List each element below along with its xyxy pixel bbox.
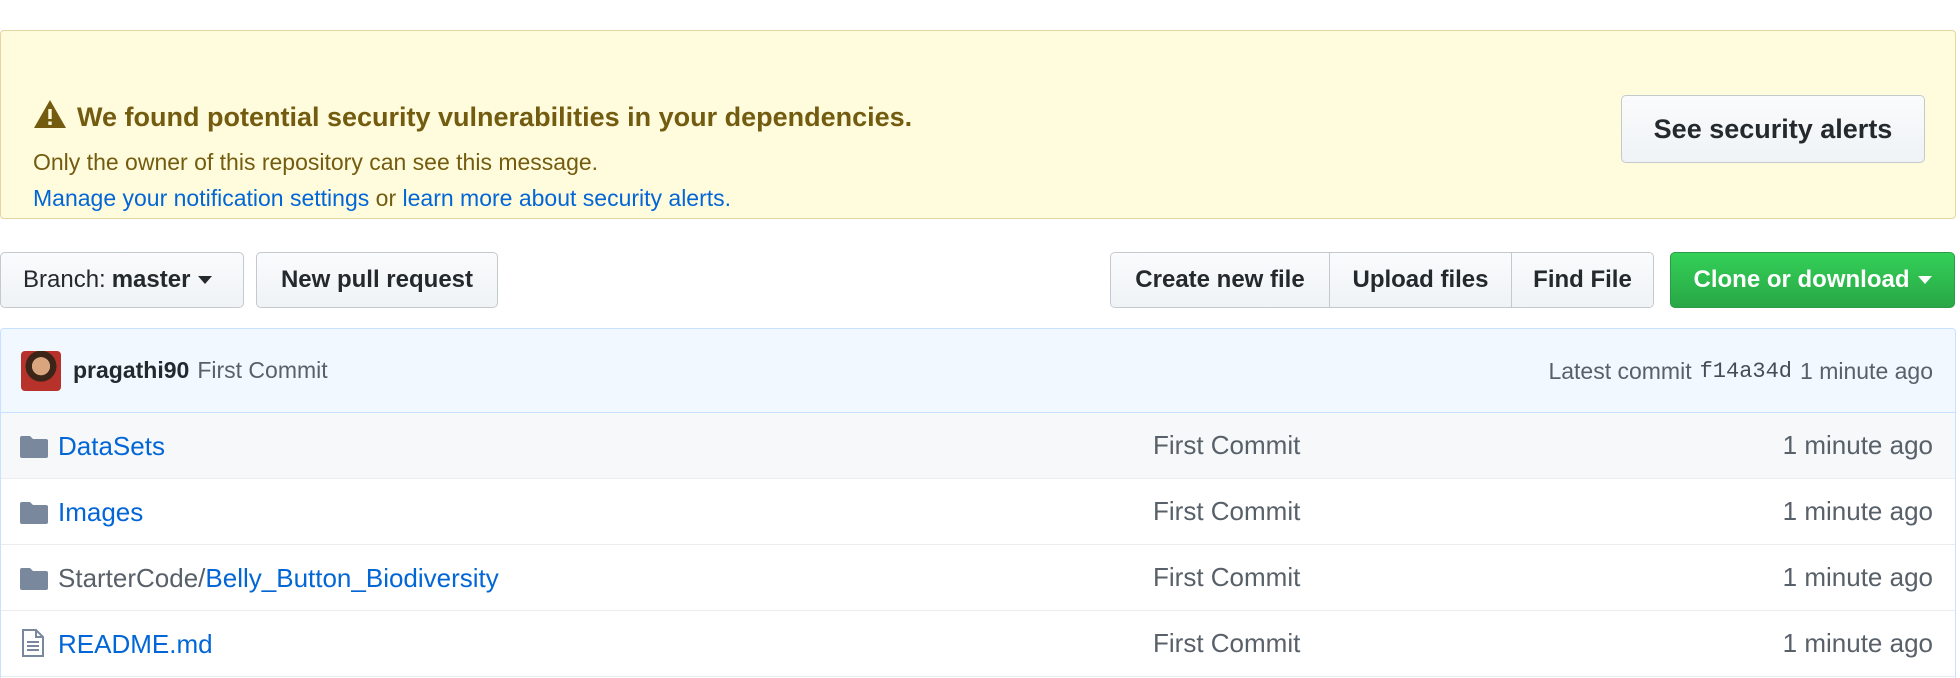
file-link[interactable]: DataSets [58, 431, 165, 462]
table-row: StarterCode/Belly_Button_Biodiversity Fi… [1, 545, 1955, 611]
commit-message-cell[interactable]: First Commit [1153, 628, 1300, 659]
file-browser: pragathi90 First Commit Latest commit f1… [0, 328, 1956, 678]
age-cell: 1 minute ago [1782, 430, 1933, 460]
latest-commit-bar: pragathi90 First Commit Latest commit f1… [1, 329, 1955, 413]
file-name: README.md [58, 611, 213, 677]
table-row: DataSets First Commit 1 minute ago [1, 413, 1955, 479]
commit-age: 1 minute ago [1800, 357, 1933, 384]
clone-or-download-button[interactable]: Clone or download [1670, 252, 1955, 308]
file-link[interactable]: README.md [58, 629, 213, 660]
commit-message-link[interactable]: First Commit [197, 357, 327, 384]
commit-author-link[interactable]: pragathi90 [73, 357, 189, 384]
folder-icon [20, 566, 48, 597]
chevron-down-icon [1917, 276, 1932, 284]
alert-connector-text: or [369, 185, 403, 211]
alert-icon [33, 99, 77, 136]
avatar[interactable] [21, 350, 61, 391]
commit-message-cell[interactable]: First Commit [1153, 562, 1300, 593]
table-row: README.md First Commit 1 minute ago [1, 611, 1955, 677]
upload-files-button[interactable]: Upload files [1330, 253, 1512, 307]
see-security-alerts-button[interactable]: See security alerts [1621, 95, 1925, 163]
branch-select-button[interactable]: Branch: master [0, 252, 244, 308]
commit-message-cell[interactable]: First Commit [1153, 430, 1300, 461]
commit-sha-link[interactable]: f14a34d [1700, 359, 1792, 384]
path-prefix: StarterCode/ [58, 562, 206, 593]
manage-notification-settings-link[interactable]: Manage your notification settings [33, 185, 369, 211]
folder-icon [20, 500, 48, 531]
file-name: DataSets [58, 413, 165, 479]
latest-commit-info: Latest commit f14a34d 1 minute ago [1548, 329, 1933, 413]
age-cell: 1 minute ago [1782, 628, 1933, 658]
alert-title: We found potential security vulnerabilit… [33, 99, 912, 136]
alert-links: Manage your notification settings or lea… [33, 185, 731, 212]
alert-title-text: We found potential security vulnerabilit… [77, 102, 913, 132]
create-new-file-button[interactable]: Create new file [1111, 253, 1330, 307]
latest-commit-label: Latest commit [1548, 357, 1692, 384]
branch-label: Branch: [23, 266, 106, 293]
file-text-icon [20, 629, 44, 664]
find-file-button[interactable]: Find File [1512, 253, 1653, 307]
commit-message-cell[interactable]: First Commit [1153, 496, 1300, 527]
chevron-down-icon [198, 276, 213, 284]
file-name: StarterCode/Belly_Button_Biodiversity [58, 545, 499, 611]
branch-name: master [111, 266, 191, 293]
file-actions-group: Create new file Upload files Find File [1110, 252, 1654, 308]
new-pull-request-button[interactable]: New pull request [256, 252, 498, 308]
file-link[interactable]: Belly_Button_Biodiversity [205, 563, 498, 594]
learn-security-alerts-link[interactable]: learn more about security alerts. [403, 185, 732, 211]
alert-message: Only the owner of this repository can se… [33, 149, 599, 175]
table-row: Images First Commit 1 minute ago [1, 479, 1955, 545]
file-link[interactable]: Images [58, 497, 143, 528]
age-cell: 1 minute ago [1782, 562, 1933, 592]
folder-icon [20, 434, 48, 465]
file-name: Images [58, 479, 143, 545]
age-cell: 1 minute ago [1782, 496, 1933, 526]
security-alert-banner: We found potential security vulnerabilit… [0, 30, 1956, 219]
clone-label: Clone or download [1693, 266, 1910, 293]
